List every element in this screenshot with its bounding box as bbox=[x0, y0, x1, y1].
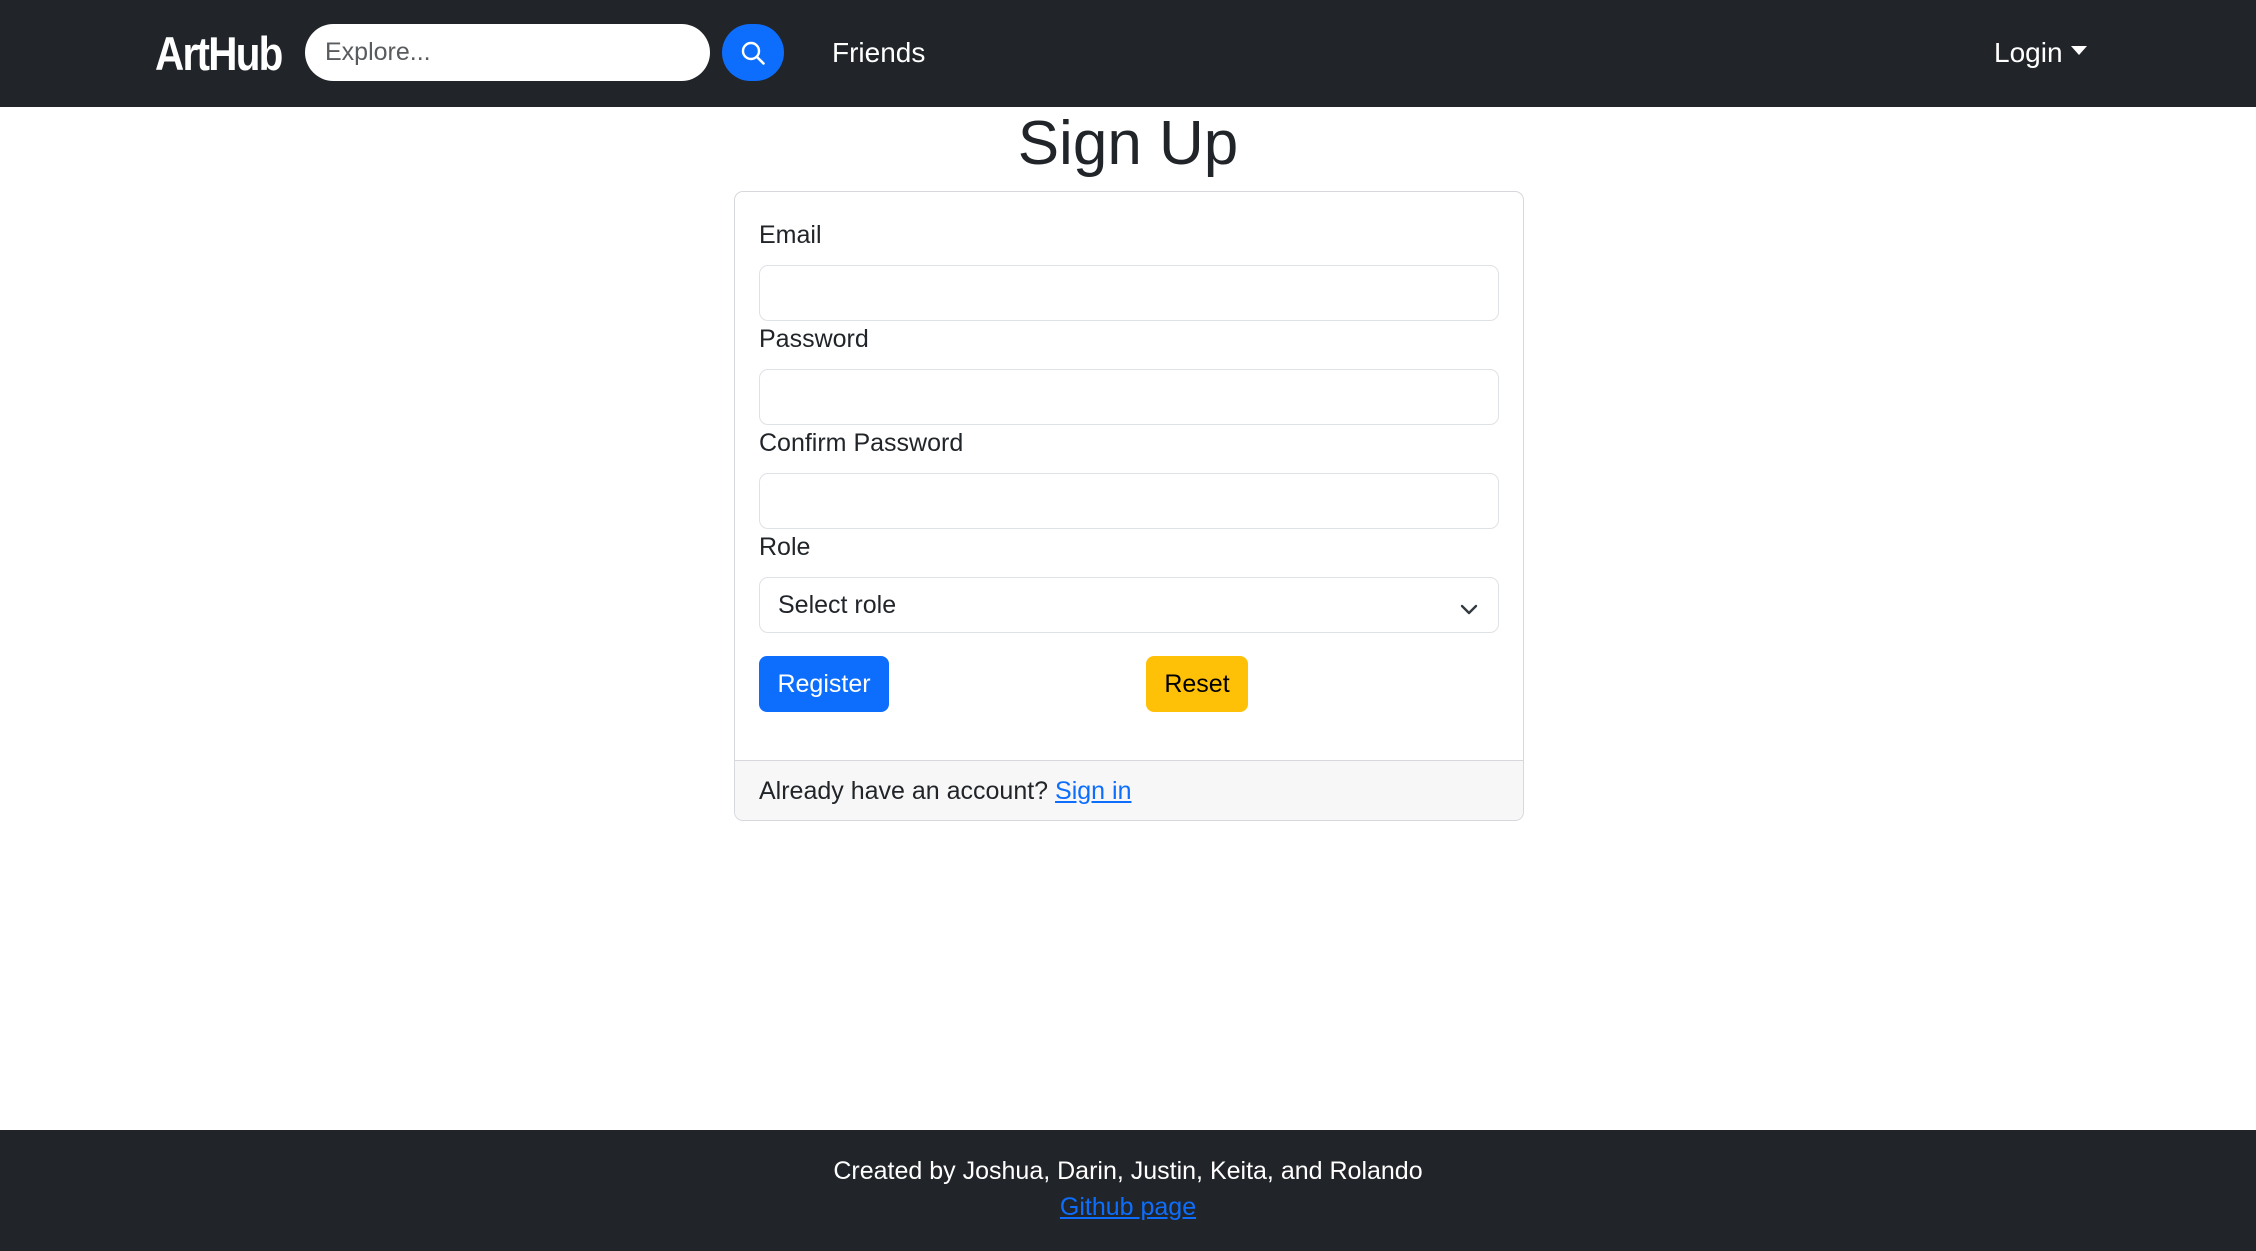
password-label: Password bbox=[759, 325, 869, 353]
chevron-down-icon bbox=[1460, 597, 1478, 626]
confirm-password-field[interactable] bbox=[759, 473, 1499, 529]
role-selected-value: Select role bbox=[778, 590, 897, 619]
nav-link-friends[interactable]: Friends bbox=[832, 30, 925, 75]
navbar: ArtHub Friends Login bbox=[0, 0, 2256, 107]
email-label: Email bbox=[759, 221, 822, 249]
login-label: Login bbox=[1994, 37, 2063, 68]
caret-down-icon bbox=[2070, 46, 2087, 55]
login-dropdown[interactable]: Login bbox=[1994, 30, 2087, 75]
role-select[interactable]: Select role bbox=[759, 577, 1499, 633]
brand-logo[interactable]: ArtHub bbox=[155, 22, 283, 86]
signup-card: Email Password Confirm Password Role Sel… bbox=[734, 191, 1524, 821]
search-icon bbox=[740, 40, 766, 66]
signin-link[interactable]: Sign in bbox=[1055, 777, 1131, 805]
github-link[interactable]: Github page bbox=[1060, 1193, 1196, 1221]
footer-credit: Created by Joshua, Darin, Justin, Keita,… bbox=[833, 1157, 1423, 1185]
page-title: Sign Up bbox=[1017, 109, 1239, 178]
confirm-password-label: Confirm Password bbox=[759, 429, 964, 457]
email-field[interactable] bbox=[759, 265, 1499, 321]
password-field[interactable] bbox=[759, 369, 1499, 425]
card-footer: Already have an account? Sign in bbox=[735, 760, 1523, 820]
site-footer: Created by Joshua, Darin, Justin, Keita,… bbox=[0, 1130, 2256, 1251]
search-input[interactable] bbox=[305, 24, 710, 81]
reset-button[interactable]: Reset bbox=[1146, 656, 1248, 712]
search-button[interactable] bbox=[722, 24, 784, 81]
role-label: Role bbox=[759, 533, 811, 561]
register-button[interactable]: Register bbox=[759, 656, 889, 712]
signin-prompt: Already have an account? bbox=[759, 777, 1049, 805]
